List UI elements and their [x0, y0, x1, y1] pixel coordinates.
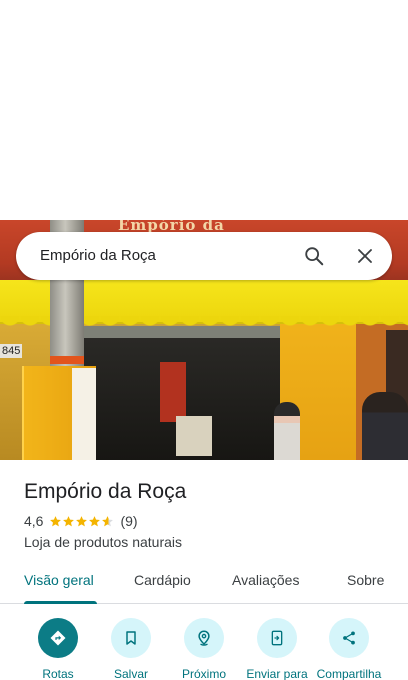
- star-icon: [50, 515, 62, 526]
- save-label: Salvar: [113, 667, 148, 680]
- tab-menu[interactable]: Cardápio: [134, 572, 191, 588]
- star-icon: [89, 515, 101, 526]
- tab-bar: Visão geral Cardápio Avaliações Sobre: [0, 564, 408, 604]
- search-icon: [305, 247, 324, 266]
- star-rating: [49, 515, 114, 528]
- share-button-circle[interactable]: [329, 618, 369, 658]
- place-title: Empório da Roça: [24, 480, 187, 503]
- search-input[interactable]: Empório da Roça: [40, 247, 156, 264]
- send-to-phone-button-circle[interactable]: [257, 618, 297, 658]
- map-blank-area: [0, 0, 408, 220]
- close-icon: [358, 249, 372, 263]
- active-tab-indicator: [24, 601, 97, 604]
- tab-reviews[interactable]: Avaliações: [232, 572, 299, 588]
- person: [274, 402, 300, 460]
- share-label: Compartilha: [316, 667, 382, 680]
- place-category[interactable]: Loja de produtos naturais: [24, 534, 182, 550]
- rating-value: 4,6: [24, 513, 44, 529]
- send-to-phone-label: Enviar para: [246, 667, 308, 680]
- search-button[interactable]: [298, 240, 330, 272]
- nearby-label: Próximo: [181, 667, 226, 680]
- save-button[interactable]: Salvar: [91, 618, 171, 680]
- house-number: 845: [0, 344, 23, 358]
- star-icon: [102, 515, 114, 526]
- share-icon: [343, 631, 355, 645]
- search-bar[interactable]: Empório da Roça: [16, 232, 392, 280]
- send-to-phone-button[interactable]: Enviar para: [237, 618, 317, 680]
- person: [362, 392, 408, 460]
- banner-panel: [72, 368, 96, 460]
- shelf: [160, 362, 186, 422]
- directions-label: Rotas: [42, 667, 74, 680]
- save-button-circle[interactable]: [111, 618, 151, 658]
- tab-about[interactable]: Sobre: [347, 572, 384, 588]
- nearby-icon: [198, 630, 210, 646]
- counter: [176, 416, 212, 456]
- pole-band: [50, 356, 84, 364]
- close-button[interactable]: [349, 240, 381, 272]
- share-button[interactable]: Compartilha: [309, 618, 389, 680]
- star-icon: [63, 515, 75, 526]
- directions-button-circle[interactable]: [38, 618, 78, 658]
- send-to-phone-icon: [271, 630, 283, 646]
- review-count[interactable]: (9): [120, 513, 137, 529]
- star-icon: [76, 515, 88, 526]
- directions-icon: [50, 630, 66, 646]
- rating-row[interactable]: 4,6 (9): [24, 513, 138, 529]
- nearby-button[interactable]: Próximo: [164, 618, 244, 680]
- nearby-button-circle[interactable]: [184, 618, 224, 658]
- bookmark-icon: [126, 631, 136, 645]
- tab-overview[interactable]: Visão geral: [24, 572, 94, 588]
- directions-button[interactable]: Rotas: [18, 618, 98, 680]
